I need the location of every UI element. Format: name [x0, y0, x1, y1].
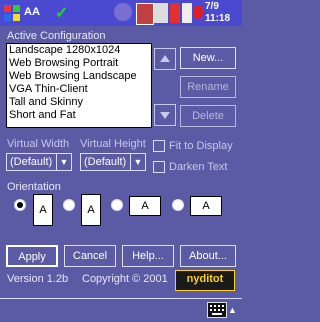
list-item[interactable]: VGA Thin-Client [7, 83, 151, 96]
active-config-label: Active Configuration [7, 30, 106, 42]
battery-icon[interactable] [170, 3, 180, 23]
orientation-radio-3[interactable] [111, 199, 123, 211]
orientation-glyph: A [39, 204, 47, 216]
list-item[interactable]: Landscape 1280x1024 [7, 44, 151, 57]
virtual-height-value: (Default) [84, 156, 127, 168]
start-icon[interactable] [2, 3, 24, 23]
orientation-glyph: A [202, 200, 210, 212]
chevron-down-icon [160, 112, 170, 119]
list-item[interactable]: Web Browsing Landscape [7, 70, 151, 83]
virtual-width-label: Virtual Width [7, 138, 70, 150]
fit-to-display-checkbox[interactable] [153, 140, 165, 152]
copyright-label: Copyright © 2001 [82, 273, 168, 285]
cancel-button[interactable]: Cancel [64, 245, 116, 267]
record-icon[interactable] [193, 5, 203, 19]
about-button[interactable]: About... [180, 245, 236, 267]
orientation-radio-2[interactable] [63, 199, 75, 211]
ok-check-icon[interactable]: ✓ [55, 3, 68, 23]
disk-icon[interactable] [154, 3, 168, 23]
bottom-menu-bar: ▲ [0, 298, 242, 321]
orientation-glyph: A [87, 204, 95, 216]
list-item[interactable]: Tall and Skinny [7, 96, 151, 109]
virtual-width-value: (Default) [10, 156, 53, 168]
company-logo: nyditot [175, 270, 235, 291]
orientation-landscape-flipped: A [190, 196, 222, 216]
new-button[interactable]: New... [180, 47, 236, 69]
input-menu-arrow-icon[interactable]: ▲ [228, 305, 237, 315]
config-list[interactable]: Landscape 1280x1024 Web Browsing Portrai… [6, 43, 152, 128]
font-size-icon[interactable]: AA [24, 6, 40, 18]
help-button[interactable]: Help... [122, 245, 174, 267]
virtual-height-label: Virtual Height [80, 138, 146, 150]
chevron-up-icon [160, 55, 170, 62]
list-item[interactable]: Web Browsing Portrait [7, 57, 151, 70]
list-item[interactable]: Short and Fat [7, 109, 151, 122]
chevron-down-icon: ▼ [56, 154, 71, 170]
virtual-width-select[interactable]: (Default) ▼ [6, 153, 72, 171]
virtual-height-select[interactable]: (Default) ▼ [80, 153, 146, 171]
rename-button[interactable]: Rename [180, 76, 236, 98]
apply-button[interactable]: Apply [6, 245, 58, 267]
darken-text-checkbox[interactable] [153, 161, 165, 173]
orientation-glyph: A [141, 200, 149, 212]
orientation-radio-1[interactable] [14, 199, 26, 211]
version-label: Version 1.2b [7, 273, 69, 285]
clock-time: 11:18 [205, 13, 231, 24]
app-icon[interactable] [136, 3, 154, 25]
signal-icon[interactable] [182, 3, 192, 23]
moon-icon[interactable] [114, 3, 132, 21]
orientation-portrait: A [33, 194, 53, 226]
clock-date: 7/9 [205, 1, 219, 12]
scroll-up-button[interactable] [154, 48, 176, 70]
fit-to-display-label: Fit to Display [169, 140, 233, 152]
top-taskbar: AA ✓ 7/9 11:18 [0, 0, 242, 26]
chevron-down-icon: ▼ [130, 154, 145, 170]
orientation-label: Orientation [7, 181, 61, 193]
delete-button[interactable]: Delete [180, 105, 236, 127]
orientation-portrait-flipped: A [81, 194, 101, 226]
orientation-landscape: A [129, 196, 161, 216]
scroll-down-button[interactable] [154, 104, 176, 126]
orientation-radio-4[interactable] [172, 199, 184, 211]
darken-text-label: Darken Text [169, 161, 228, 173]
clock[interactable]: 7/9 11:18 [205, 1, 230, 25]
keyboard-icon[interactable] [207, 302, 227, 318]
